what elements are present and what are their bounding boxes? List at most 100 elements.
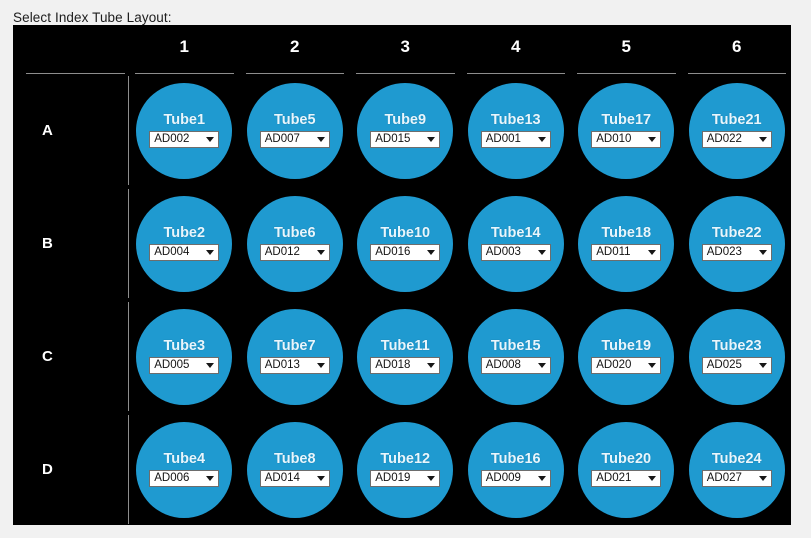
index-dropdown[interactable]: AD001 xyxy=(480,130,551,148)
row-header-label: B xyxy=(42,235,53,252)
chevron-down-icon xyxy=(316,249,325,255)
chevron-down-icon xyxy=(758,136,767,142)
well-cell: Tube2 AD004 xyxy=(129,187,240,300)
tube-well-C1[interactable]: Tube3 AD005 xyxy=(136,308,233,405)
chevron-down-icon xyxy=(206,362,215,368)
chevron-down-icon xyxy=(316,136,325,142)
tube-well-A6[interactable]: Tube21 AD022 xyxy=(688,82,785,179)
index-dropdown[interactable]: AD019 xyxy=(370,469,441,487)
tube-well-C2[interactable]: Tube7 AD013 xyxy=(246,308,343,405)
column-header-label: 4 xyxy=(511,37,521,56)
well-cell: Tube4 AD006 xyxy=(129,413,240,526)
chevron-down-icon xyxy=(648,249,657,255)
tube-label: Tube17 xyxy=(601,112,652,129)
tube-well-C5[interactable]: Tube19 AD020 xyxy=(578,308,675,405)
tube-label: Tube2 xyxy=(163,225,206,242)
index-dropdown[interactable]: AD027 xyxy=(701,469,772,487)
panel-title: Select Index Tube Layout: xyxy=(13,10,172,25)
tube-well-B4[interactable]: Tube14 AD003 xyxy=(467,195,564,292)
index-dropdown-value: AD011 xyxy=(596,245,631,258)
tube-well-D5[interactable]: Tube20 AD021 xyxy=(578,421,675,518)
tube-label: Tube22 xyxy=(711,225,762,242)
index-dropdown[interactable]: AD009 xyxy=(480,469,551,487)
chevron-down-icon xyxy=(316,475,325,481)
tube-well-D2[interactable]: Tube8 AD014 xyxy=(246,421,343,518)
index-dropdown[interactable]: AD014 xyxy=(259,469,330,487)
index-dropdown[interactable]: AD025 xyxy=(701,356,772,374)
index-dropdown[interactable]: AD018 xyxy=(370,356,441,374)
tube-well-B5[interactable]: Tube18 AD011 xyxy=(578,195,675,292)
chevron-down-icon xyxy=(316,362,325,368)
index-dropdown-value: AD010 xyxy=(596,132,632,145)
tube-label: Tube20 xyxy=(601,451,652,468)
well-cell: Tube11 AD018 xyxy=(350,300,461,413)
index-dropdown[interactable]: AD020 xyxy=(591,356,662,374)
plate-grid: 1 2 3 4 5 6 A Tube1 AD002 Tube5 AD007 Tube9 AD015 Tub… xyxy=(14,26,792,526)
tube-well-B3[interactable]: Tube10 AD016 xyxy=(357,195,454,292)
index-dropdown[interactable]: AD003 xyxy=(480,243,551,261)
tube-label: Tube24 xyxy=(711,451,762,468)
index-dropdown-value: AD016 xyxy=(375,245,411,258)
tube-well-C3[interactable]: Tube11 AD018 xyxy=(357,308,454,405)
well-cell: Tube18 AD011 xyxy=(571,187,682,300)
column-header-5: 5 xyxy=(571,26,682,74)
index-dropdown-value: AD009 xyxy=(485,471,521,484)
index-dropdown-value: AD020 xyxy=(596,358,632,371)
index-dropdown[interactable]: AD008 xyxy=(480,356,551,374)
tube-well-C6[interactable]: Tube23 AD025 xyxy=(688,308,785,405)
index-dropdown[interactable]: AD011 xyxy=(591,243,662,261)
tube-well-A4[interactable]: Tube13 AD001 xyxy=(467,82,564,179)
row-header-B: B xyxy=(14,187,129,300)
index-dropdown[interactable]: AD004 xyxy=(149,243,220,261)
tube-well-B6[interactable]: Tube22 AD023 xyxy=(688,195,785,292)
tube-well-A5[interactable]: Tube17 AD010 xyxy=(578,82,675,179)
index-dropdown[interactable]: AD010 xyxy=(591,130,662,148)
index-dropdown[interactable]: AD012 xyxy=(259,243,330,261)
tube-well-D1[interactable]: Tube4 AD006 xyxy=(136,421,233,518)
tube-well-D4[interactable]: Tube16 AD009 xyxy=(467,421,564,518)
chevron-down-icon xyxy=(427,475,436,481)
tube-label: Tube11 xyxy=(380,338,430,355)
index-dropdown[interactable]: AD022 xyxy=(701,130,772,148)
well-cell: Tube1 AD002 xyxy=(129,74,240,187)
tube-well-A2[interactable]: Tube5 AD007 xyxy=(246,82,343,179)
column-header-label: 3 xyxy=(400,37,410,56)
tube-label: Tube14 xyxy=(490,225,541,242)
well-cell: Tube14 AD003 xyxy=(461,187,572,300)
index-dropdown[interactable]: AD005 xyxy=(149,356,220,374)
index-dropdown[interactable]: AD015 xyxy=(370,130,441,148)
index-dropdown-value: AD014 xyxy=(264,471,300,484)
tube-label: Tube23 xyxy=(711,338,762,355)
tube-well-A3[interactable]: Tube9 AD015 xyxy=(357,82,454,179)
column-header-label: 5 xyxy=(621,37,631,56)
index-dropdown[interactable]: AD002 xyxy=(149,130,220,148)
well-cell: Tube7 AD013 xyxy=(240,300,351,413)
row-header-A: A xyxy=(14,74,129,187)
column-header-1: 1 xyxy=(129,26,240,74)
row-header-D: D xyxy=(14,413,129,526)
tube-well-D3[interactable]: Tube12 AD019 xyxy=(357,421,454,518)
index-dropdown[interactable]: AD021 xyxy=(591,469,662,487)
index-dropdown[interactable]: AD006 xyxy=(149,469,220,487)
index-dropdown-value: AD002 xyxy=(154,132,190,145)
well-cell: Tube21 AD022 xyxy=(682,74,793,187)
tube-well-A1[interactable]: Tube1 AD002 xyxy=(136,82,233,179)
well-cell: Tube24 AD027 xyxy=(682,413,793,526)
tube-well-B1[interactable]: Tube2 AD004 xyxy=(136,195,233,292)
well-cell: Tube3 AD005 xyxy=(129,300,240,413)
tube-label: Tube19 xyxy=(601,338,652,355)
index-dropdown[interactable]: AD007 xyxy=(259,130,330,148)
tube-well-D6[interactable]: Tube24 AD027 xyxy=(688,421,785,518)
index-dropdown-value: AD007 xyxy=(264,132,300,145)
chevron-down-icon xyxy=(648,475,657,481)
column-header-6: 6 xyxy=(682,26,793,74)
tube-well-C4[interactable]: Tube15 AD008 xyxy=(467,308,564,405)
well-cell: Tube9 AD015 xyxy=(350,74,461,187)
index-dropdown[interactable]: AD016 xyxy=(370,243,441,261)
row-header-label: A xyxy=(42,122,53,139)
tube-well-B2[interactable]: Tube6 AD012 xyxy=(246,195,343,292)
index-dropdown[interactable]: AD013 xyxy=(259,356,330,374)
index-dropdown[interactable]: AD023 xyxy=(701,243,772,261)
well-cell: Tube10 AD016 xyxy=(350,187,461,300)
chevron-down-icon xyxy=(427,136,436,142)
